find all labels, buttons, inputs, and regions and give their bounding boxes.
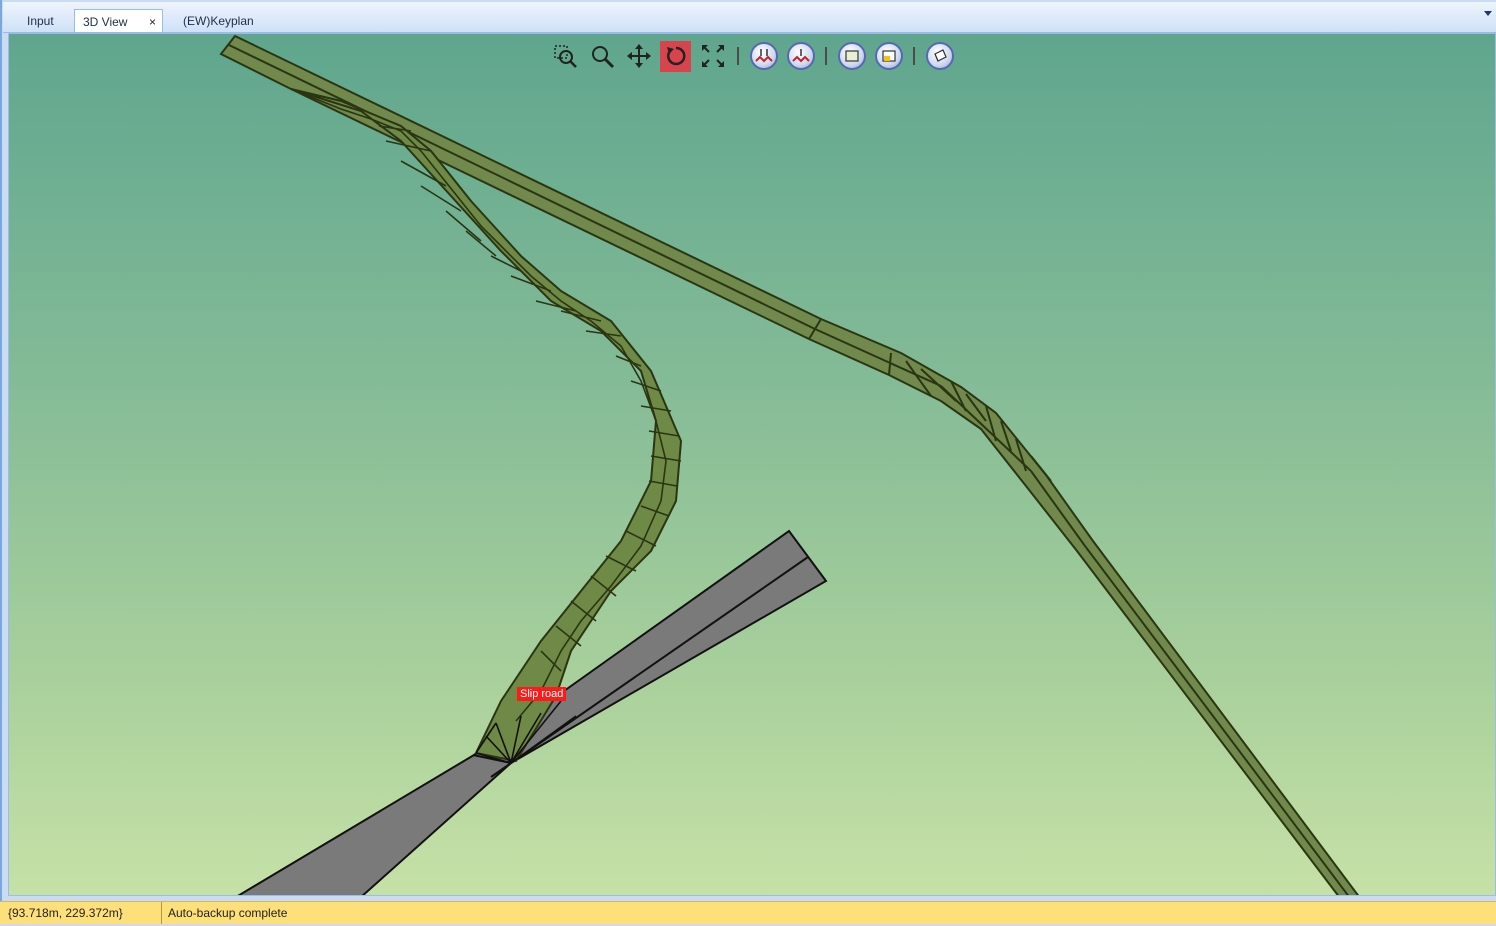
road-model-canvas[interactable] (9, 34, 1495, 895)
zoom-extents-icon (701, 45, 724, 67)
zoom-window-icon (553, 45, 577, 68)
toolbar-separator (737, 47, 739, 65)
toolbar-separator (825, 47, 827, 65)
toolbar-separator (913, 47, 915, 65)
view-elevation-2-icon (791, 49, 810, 63)
zoom-window-button[interactable] (549, 41, 580, 72)
view-3d-icon (933, 49, 947, 62)
tab-3d-view[interactable]: 3D View × (74, 9, 163, 32)
rotate-button[interactable] (660, 40, 691, 72)
tab-input[interactable]: Input (19, 9, 71, 32)
view-elevation-2-button[interactable] (785, 41, 816, 72)
view-plan-button[interactable] (836, 41, 867, 72)
chevron-down-icon[interactable] (1484, 11, 1492, 16)
3d-viewport[interactable]: Slip road (8, 33, 1496, 896)
rotate-icon (666, 46, 685, 66)
view-3d-button[interactable] (924, 41, 955, 72)
view-plan-icon (844, 50, 859, 62)
status-message: Auto-backup complete (168, 906, 288, 920)
tab-input-label: Input (27, 14, 54, 28)
zoom-button[interactable] (586, 41, 617, 72)
view-toolbar (549, 39, 955, 73)
app-window: Input 3D View × (EW)Keyplan Slip road {9… (0, 0, 1496, 926)
cursor-coordinates: {93.718m, 229.372m} (2, 902, 162, 925)
slip-road-label: Slip road (517, 687, 567, 701)
document-tab-bar: Input 3D View × (EW)Keyplan (3, 2, 1496, 33)
view-elevation-1-icon (754, 49, 773, 63)
zoom-icon (591, 46, 614, 69)
zoom-extents-button[interactable] (697, 41, 728, 72)
right-road[interactable] (219, 34, 1366, 895)
view-elevation-1-button[interactable] (748, 41, 779, 72)
view-edit-button[interactable] (873, 41, 904, 72)
tab-ew-keyplan-label: (EW)Keyplan (183, 14, 254, 28)
close-icon[interactable]: × (149, 10, 156, 34)
tab-ew-keyplan[interactable]: (EW)Keyplan (175, 9, 275, 32)
tab-3d-view-label: 3D View (83, 15, 128, 29)
pan-icon (626, 44, 651, 68)
status-bar: {93.718m, 229.372m} Auto-backup complete (0, 901, 1496, 925)
view-edit-icon (881, 50, 896, 62)
pan-button[interactable] (623, 41, 654, 72)
